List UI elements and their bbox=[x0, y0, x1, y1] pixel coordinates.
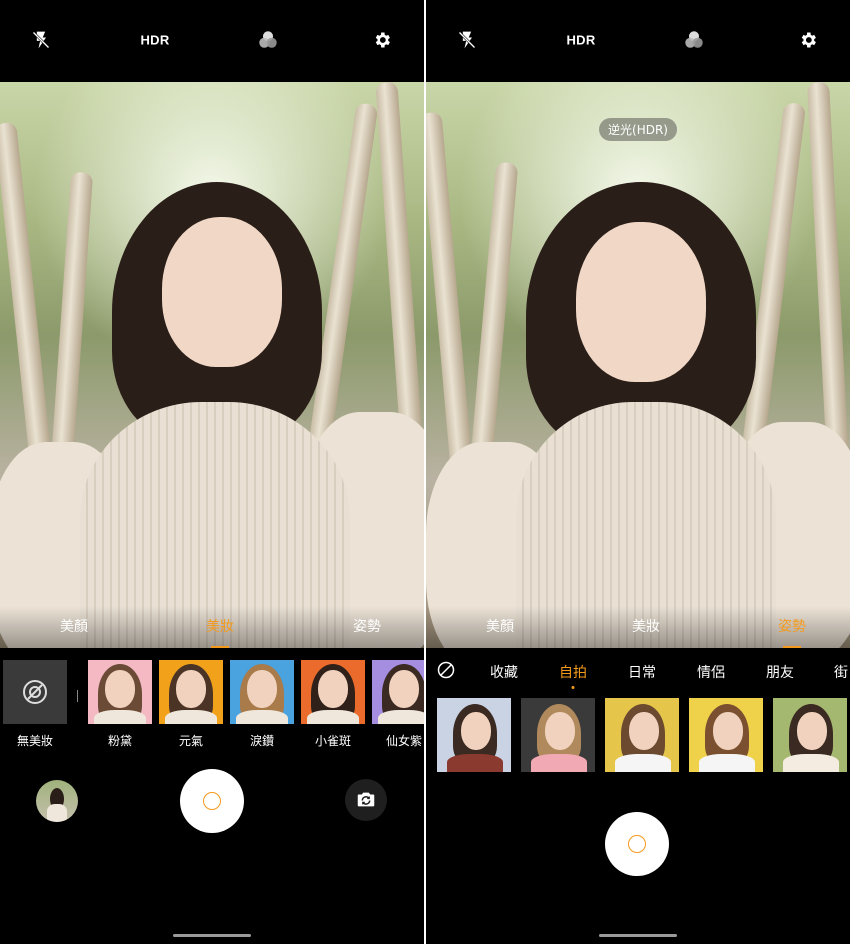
pose-template[interactable] bbox=[605, 698, 679, 772]
makeup-item-label: 元氣 bbox=[178, 734, 204, 748]
makeup-item-fendai[interactable]: 粉黛 bbox=[88, 660, 152, 748]
camera-screen-makeup: HDR 美顏 美妝 姿勢 無美妝 粉黛 元氣 淚鑽 小雀斑 仙女紫 bbox=[0, 0, 424, 944]
tab-makeup[interactable]: 美妝 bbox=[206, 616, 234, 636]
model-face bbox=[713, 712, 743, 750]
model-body bbox=[447, 754, 503, 772]
pose-category-daily[interactable]: 日常 bbox=[628, 662, 656, 682]
no-makeup-icon bbox=[3, 660, 67, 724]
makeup-preview-thumbnail bbox=[301, 660, 365, 724]
active-category-dot bbox=[571, 686, 575, 689]
tab-pose[interactable]: 姿勢 bbox=[353, 616, 381, 636]
pose-templates bbox=[426, 698, 850, 774]
makeup-presets: 無美妝 粉黛 元氣 淚鑽 小雀斑 仙女紫 bbox=[0, 648, 424, 758]
hdr-button[interactable]: HDR bbox=[566, 33, 595, 48]
model-face bbox=[461, 712, 491, 750]
home-indicator bbox=[173, 934, 251, 937]
shutter-button[interactable] bbox=[180, 769, 244, 833]
tab-makeup[interactable]: 美妝 bbox=[632, 616, 660, 636]
shutter-ring-icon bbox=[203, 792, 221, 810]
model-body bbox=[165, 710, 217, 724]
separator bbox=[77, 690, 78, 702]
makeup-item-leizuan[interactable]: 淚鑽 bbox=[230, 660, 294, 748]
gear-icon[interactable] bbox=[798, 30, 818, 50]
makeup-item-label: 仙女紫 bbox=[385, 734, 423, 748]
model-body bbox=[94, 710, 146, 724]
gallery-thumbnail[interactable] bbox=[36, 780, 78, 822]
scene-detection-badge: 逆光(HDR) bbox=[599, 118, 677, 141]
model-face bbox=[797, 712, 827, 750]
makeup-preview-thumbnail bbox=[230, 660, 294, 724]
flash-off-icon[interactable] bbox=[457, 30, 477, 50]
tree-trunk bbox=[426, 111, 475, 493]
model-body bbox=[783, 754, 839, 772]
gear-icon[interactable] bbox=[372, 30, 392, 50]
pose-template[interactable] bbox=[437, 698, 511, 772]
makeup-preview-thumbnail bbox=[88, 660, 152, 724]
model-body bbox=[699, 754, 755, 772]
camera-top-bar: HDR bbox=[426, 0, 850, 82]
shutter-ring-icon bbox=[628, 835, 646, 853]
model-face bbox=[545, 712, 575, 750]
camera-viewfinder[interactable] bbox=[0, 82, 424, 648]
pose-template[interactable] bbox=[521, 698, 595, 772]
pose-categories: 收藏 自拍 日常 情侶 朋友 街 bbox=[426, 648, 850, 692]
model-face bbox=[105, 670, 135, 708]
model-face bbox=[389, 670, 419, 708]
makeup-item-freckles[interactable]: 小雀斑 bbox=[301, 660, 365, 748]
tab-beauty[interactable]: 美顏 bbox=[60, 616, 88, 636]
model-body bbox=[307, 710, 359, 724]
model-face bbox=[318, 670, 348, 708]
model-body bbox=[615, 754, 671, 772]
model-body bbox=[378, 710, 424, 724]
tab-beauty[interactable]: 美顏 bbox=[486, 616, 514, 636]
subject-face bbox=[576, 222, 706, 382]
pose-template[interactable] bbox=[689, 698, 763, 772]
pose-category-couple[interactable]: 情侶 bbox=[697, 662, 725, 682]
flash-off-icon[interactable] bbox=[31, 30, 51, 50]
camera-flip-icon[interactable] bbox=[345, 779, 387, 821]
camera-viewfinder[interactable]: 逆光(HDR) bbox=[426, 82, 850, 648]
subject-face bbox=[162, 217, 282, 367]
model-face bbox=[176, 670, 206, 708]
model-body bbox=[531, 754, 587, 772]
camera-top-bar: HDR bbox=[0, 0, 424, 82]
mode-tabs: 美顏 美妝 姿勢 bbox=[426, 606, 850, 648]
shutter-button[interactable] bbox=[605, 812, 669, 876]
makeup-preview-thumbnail bbox=[159, 660, 223, 724]
color-filter-icon[interactable] bbox=[257, 29, 279, 51]
pose-category-favorites[interactable]: 收藏 bbox=[490, 662, 518, 682]
color-filter-icon[interactable] bbox=[683, 29, 705, 51]
pose-category-friends[interactable]: 朋友 bbox=[766, 662, 794, 682]
tab-pose[interactable]: 姿勢 bbox=[778, 616, 806, 636]
pose-template[interactable] bbox=[773, 698, 847, 772]
home-indicator bbox=[599, 934, 677, 937]
makeup-item-none[interactable]: 無美妝 bbox=[3, 660, 67, 748]
pose-category-selfie[interactable]: 自拍 bbox=[559, 662, 587, 682]
no-pose-icon[interactable] bbox=[437, 661, 455, 683]
model-face bbox=[629, 712, 659, 750]
makeup-item-yuanqi[interactable]: 元氣 bbox=[159, 660, 223, 748]
makeup-item-label: 無美妝 bbox=[16, 734, 54, 748]
model-face bbox=[247, 670, 277, 708]
makeup-item-label: 粉黛 bbox=[107, 734, 133, 748]
hdr-button[interactable]: HDR bbox=[140, 33, 169, 48]
pose-category-street[interactable]: 街 bbox=[834, 662, 848, 682]
mode-tabs: 美顏 美妝 姿勢 bbox=[0, 606, 424, 648]
thumbnail-figure bbox=[47, 804, 67, 822]
makeup-preview-thumbnail bbox=[372, 660, 424, 724]
makeup-item-fairy-purple[interactable]: 仙女紫 bbox=[372, 660, 424, 748]
makeup-item-label: 小雀斑 bbox=[314, 734, 352, 748]
makeup-item-label: 淚鑽 bbox=[249, 734, 275, 748]
model-body bbox=[236, 710, 288, 724]
camera-screen-pose: HDR 逆光(HDR) 美顏 美妝 姿勢 收藏 自拍 日常 情侶 朋友 街 bbox=[426, 0, 850, 944]
